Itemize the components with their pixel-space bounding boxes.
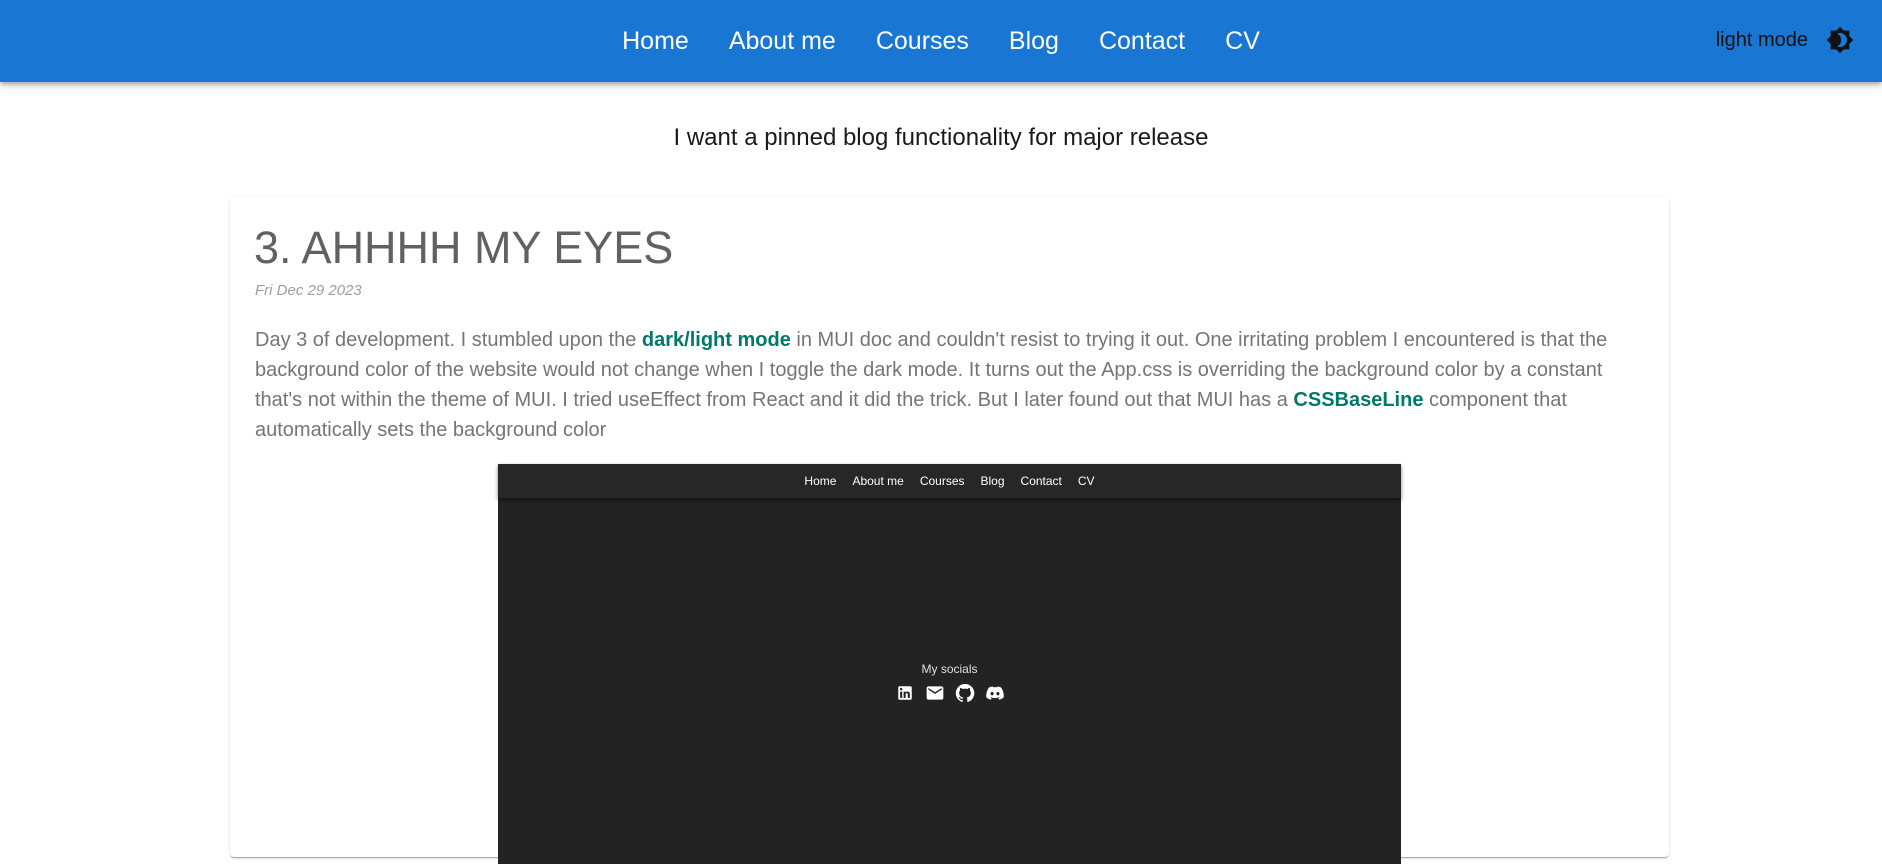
email-icon	[924, 682, 946, 704]
nav-home-link[interactable]: Home	[602, 21, 709, 62]
nav-contact-link[interactable]: Contact	[1079, 21, 1205, 62]
cssbaseline-link[interactable]: CSSBaseLine	[1293, 389, 1423, 411]
github-icon	[954, 682, 976, 704]
dark-light-mode-link[interactable]: dark/light mode	[642, 329, 791, 351]
screenshot-social-icons	[498, 682, 1401, 704]
theme-mode-label: light mode	[1715, 28, 1808, 51]
linkedin-icon	[894, 682, 916, 704]
screenshot-nav-contact: Contact	[1020, 474, 1062, 488]
post-screenshot-image: Home About me Courses Blog Contact CV My…	[498, 464, 1401, 864]
app-bar: Home About me Courses Blog Contact CV li…	[0, 0, 1882, 82]
screenshot-nav-blog: Blog	[980, 474, 1005, 488]
nav-cv-link[interactable]: CV	[1205, 21, 1280, 62]
screenshot-nav-bar: Home About me Courses Blog Contact CV	[498, 464, 1401, 498]
post-body: Day 3 of development. I stumbled upon th…	[255, 325, 1650, 445]
post-date: Fri Dec 29 2023	[255, 282, 362, 299]
screenshot-nav-home: Home	[804, 474, 837, 488]
discord-icon	[984, 682, 1006, 704]
screenshot-socials-title: My socials	[921, 662, 978, 676]
nav-blog-link[interactable]: Blog	[989, 21, 1079, 62]
blog-post-card: 3. AHHHH MY EYES Fri Dec 29 2023 Day 3 o…	[230, 197, 1669, 864]
screenshot-nav-courses: Courses	[919, 474, 965, 488]
post-title: 3. AHHHH MY EYES	[254, 222, 674, 273]
screenshot-nav-about: About me	[852, 474, 904, 488]
pinned-message: I want a pinned blog functionality for m…	[673, 124, 1209, 151]
theme-toggle: light mode	[1716, 20, 1860, 60]
theme-toggle-button[interactable]	[1820, 20, 1860, 60]
screenshot-socials: My socials	[498, 662, 1401, 704]
nav-about-link[interactable]: About me	[709, 21, 856, 62]
post-body-text-1: Day 3 of development. I stumbled upon th…	[255, 329, 642, 351]
nav-courses-link[interactable]: Courses	[856, 21, 989, 62]
main-nav: Home About me Courses Blog Contact CV	[0, 0, 1882, 82]
screenshot-nav-cv: CV	[1077, 474, 1095, 488]
brightness-icon	[1826, 26, 1854, 54]
